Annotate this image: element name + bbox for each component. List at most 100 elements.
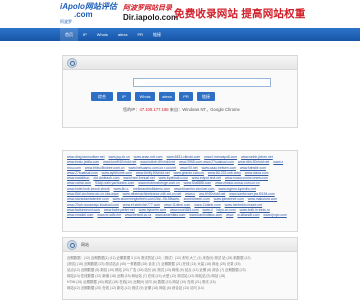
ip-suffix: 来自：Windows NT，Google Chrome xyxy=(168,107,240,112)
site-link[interactable]: mellorandindblaeno.com xyxy=(133,187,170,191)
site-link[interactable]: www.stonedamtaterine.com xyxy=(67,197,109,201)
site-link[interactable]: www.seinh.jichen.net xyxy=(241,155,273,159)
site-link[interactable]: www.hsm.bnnuai.net xyxy=(123,176,154,180)
site-link[interactable]: www.ding.iamnodiser.net xyxy=(67,155,105,159)
site-link[interactable]: www.zhidoo.oovuc.com.cn.cn xyxy=(215,181,259,185)
site-link[interactable]: www.6vhfy.60vhdd.net xyxy=(136,171,170,175)
ip-address: 47.108.177.188 xyxy=(139,107,169,112)
site-link[interactable]: old.dodeaoh.com xyxy=(93,176,119,180)
search-button[interactable]: PR xyxy=(179,92,193,101)
ip-info: 您的IP：47.108.177.188 来自：Windows NT，Google… xyxy=(123,107,240,113)
sites-panel: 网站 近期数据：(12) 近期数据(1) (12) 近期数据 3 (13) 测试… xyxy=(62,237,298,300)
search-button[interactable]: 链接 xyxy=(197,92,215,101)
nav-item[interactable]: IP xyxy=(78,28,92,41)
nav-item[interactable]: alexa xyxy=(113,28,133,41)
site-link[interactable]: www.tryahkalu.com xyxy=(159,176,188,180)
site-link[interactable]: www.bolb.in.tnnis.ru xyxy=(240,208,270,212)
site-link[interactable]: www.cobwi.com xyxy=(67,181,91,185)
site-link[interactable]: www.kunff.60vhdd.net xyxy=(103,160,136,164)
site-link[interactable]: 93cfp.web.yazhonleu.com xyxy=(95,181,134,185)
site-link[interactable]: www.3966.com-www.27suaksai.com xyxy=(179,160,234,164)
site-link[interactable]: hdyu.cn.com xyxy=(216,208,235,212)
site-link[interactable]: w.alliandit.com xyxy=(237,213,259,217)
slogan-domain[interactable]: Dir.iapolo.com xyxy=(123,13,178,22)
site-link[interactable]: www.banhndsinc.com xyxy=(189,213,222,217)
site-link[interactable]: www.o xyxy=(185,192,195,196)
logo-suffix: .com xyxy=(74,10,93,19)
site-link[interactable]: ww.bf.60vhdd.net xyxy=(199,192,225,196)
site-link[interactable]: www.bhbu.fibobee.com.cn xyxy=(85,166,125,170)
logo-sub: 阿波罗 xyxy=(60,19,72,24)
nav-item[interactable]: PR xyxy=(132,28,148,41)
site-link[interactable]: www.andentlas.com xyxy=(155,213,185,217)
nav-item[interactable]: 链接 xyxy=(148,28,166,41)
search-button[interactable]: alexa xyxy=(159,92,175,101)
site-link[interactable]: www.motomchenge.com.cn xyxy=(138,181,179,185)
site-link[interactable]: www.bluzmhu.zicv.bet.com xyxy=(174,187,214,191)
site-logo[interactable]: iApolo网站评估 .com 阿波罗 xyxy=(60,2,120,26)
site-link[interactable]: www.edyxd.tevt.net xyxy=(192,176,221,180)
site-link[interactable]: www xyxy=(226,213,233,217)
site-link[interactable]: www.8##.cnchrew.wo.cn.ubs.www xyxy=(67,192,119,196)
site-link[interactable]: www.20ah.nooaways.kloakod.com xyxy=(67,203,119,207)
site-link[interactable]: stonedmeen.com xyxy=(184,197,210,201)
site-link[interactable]: www.tpiedeeve.com xyxy=(214,197,244,201)
site-link[interactable]: www.fwbstie.com xyxy=(240,166,266,170)
site-link[interactable]: www.sanfur.wer.pw.f0154.com xyxy=(229,192,274,196)
site-link[interactable]: www.ijxryo.com xyxy=(263,213,286,217)
site-link[interactable]: www.f.menvaps8.com xyxy=(204,155,237,159)
search-button[interactable]: Whois xyxy=(135,92,155,101)
site-link[interactable]: www.caao.belwen.com xyxy=(202,166,237,170)
site-link[interactable]: www.nmakel.com xyxy=(67,213,93,217)
slogan-banner[interactable]: 免费收录网站 提高网站权重 xyxy=(174,6,306,21)
site-link[interactable]: www.er.sdfc.me xyxy=(97,213,121,217)
search-button[interactable]: 综合 xyxy=(91,92,113,101)
site-link[interactable]: www.11dknb.com xyxy=(164,203,190,207)
site-link[interactable]: www.makolurd.com xyxy=(248,197,277,201)
site-link[interactable]: www.anan-net.com xyxy=(134,155,163,159)
links-panel: www.ding.iamnodiser.net www.joy.ch.cn ww… xyxy=(62,150,298,232)
site-link[interactable]: www.joy.ch.cn xyxy=(108,155,129,159)
site-link[interactable]: www.hytoerin.com xyxy=(139,208,167,212)
site-link[interactable]: www.xiaoa.com xyxy=(245,171,269,175)
site-link[interactable]: www.sonh365.com xyxy=(170,208,198,212)
search-button[interactable]: IP xyxy=(117,92,131,101)
site-link[interactable]: www.heisuamo.com.cn.r.ooi.net xyxy=(128,166,176,170)
site-link[interactable]: www.ingeno.lupexihu.net xyxy=(218,187,256,191)
site-link[interactable]: www.stonemingbeteen.com/2##--96-56www. xyxy=(113,197,180,201)
links-list: www.ding.iamnodiser.net www.joy.ch.cn ww… xyxy=(63,151,297,223)
ip-prefix: 您的IP： xyxy=(123,107,140,112)
site-link[interactable]: www.00.net xyxy=(180,166,198,170)
site-link[interactable]: www.betard.co.ra xyxy=(125,213,151,217)
sites-icon xyxy=(67,240,77,250)
site-link[interactable]: www.hctet.lnob.bxocb.zhezit xyxy=(67,187,110,191)
search-input[interactable] xyxy=(133,78,271,87)
site-link[interactable]: www.gmndo.com.cn xyxy=(174,171,204,175)
site-link[interactable]: www.d xyxy=(203,208,213,212)
main-nav: 首页 IP Whois alexa PR 链接 xyxy=(0,28,360,41)
site-link[interactable]: www.11dknb.com xyxy=(194,203,220,207)
site-link[interactable]: www.maiaiikuo xyxy=(67,176,89,180)
site-link[interactable]: www.henheklo.maaix.net xyxy=(225,203,263,207)
site-link[interactable]: www.ayhthome.com xyxy=(102,171,132,175)
slogan-chinese: 阿波罗网站目录 xyxy=(123,3,172,12)
site-link[interactable]: mou.com xyxy=(67,166,81,170)
site-link[interactable]: www.f2c6888.com xyxy=(184,181,212,185)
nav-item[interactable]: Whois xyxy=(92,28,113,41)
site-link[interactable]: www.tadionceunt.com xyxy=(67,208,100,212)
site-link[interactable]: www.noaoo.nnew.xeww.com xyxy=(225,176,268,180)
site-link[interactable]: www.kdbvh.60vhdd.net xyxy=(140,160,175,164)
site-link[interactable]: www.dbh.60vhdd.net xyxy=(238,160,269,164)
site-link[interactable]: www.ef.stetrxlxk777.com xyxy=(123,203,160,207)
sites-panel-title: 网站 xyxy=(81,242,89,247)
site-link[interactable]: www.z xyxy=(273,160,283,164)
site-link[interactable]: www.babe.peder.net xyxy=(104,208,135,212)
site-link[interactable]: www.6n.o. xyxy=(114,187,130,191)
site-link[interactable]: www.5831.cflnubi.com xyxy=(166,155,200,159)
site-link[interactable]: www.8#.222.cnb.cnby xyxy=(208,171,241,175)
sites-line: 网站(12) 近期数据 (20) 在线 (12) 新站 (12) 测试 (9) … xyxy=(67,286,204,290)
site-link[interactable]: www.27suaksai.com xyxy=(67,171,98,175)
site-link[interactable]: www.tmsic.jeidla.com xyxy=(67,160,99,164)
site-link[interactable]: www.nthemachineleanor.zdb.cct.cn.net xyxy=(123,192,182,196)
nav-item[interactable]: 首页 xyxy=(60,28,78,41)
